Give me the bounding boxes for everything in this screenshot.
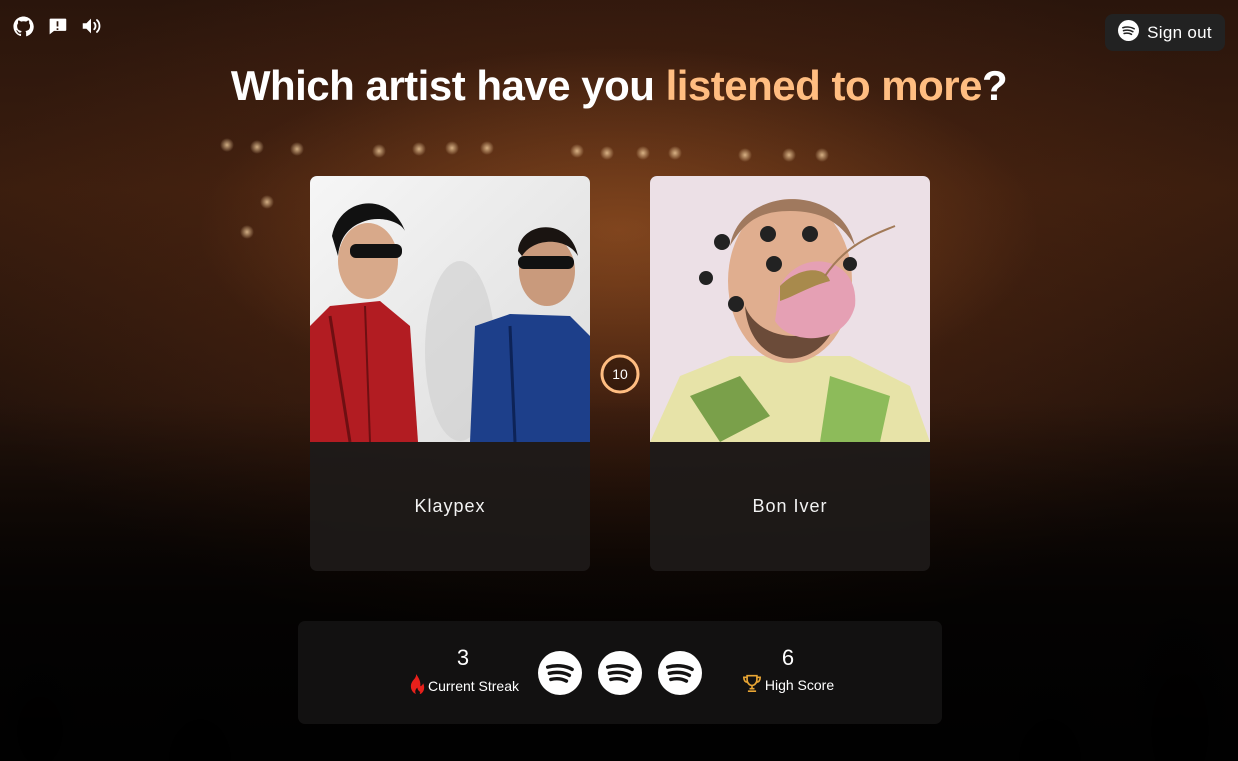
artist-card-left[interactable]: Klaypex	[310, 176, 590, 571]
trophy-icon	[742, 674, 762, 695]
title-accent: listened to more	[665, 62, 983, 109]
title-suffix: ?	[982, 62, 1008, 109]
high-score-value: 6	[781, 645, 795, 670]
life-spotify-icon-3	[658, 651, 702, 695]
page-title: Which artist have you listened to more?	[0, 62, 1238, 110]
life-spotify-icon-2	[598, 651, 642, 695]
timer-value: 10	[612, 366, 628, 382]
high-score-label: High Score	[764, 676, 835, 693]
current-streak: 3 Current Streak	[398, 645, 528, 697]
artist-photo-right	[650, 176, 930, 442]
artist-name-left: Klaypex	[414, 496, 486, 516]
artist-card-right[interactable]: Bon Iver	[650, 176, 930, 571]
spotify-icon	[1118, 19, 1140, 46]
top-toolbar	[12, 15, 102, 37]
countdown-timer: 10	[599, 353, 641, 395]
github-icon[interactable]	[12, 15, 34, 37]
high-score: 6 High Score	[723, 645, 853, 695]
current-streak-label: Current Streak	[427, 677, 520, 694]
volume-icon[interactable]	[80, 15, 102, 37]
current-streak-value: 3	[456, 645, 470, 670]
title-prefix: Which artist have you	[230, 62, 666, 109]
artist-photo-left	[310, 176, 590, 442]
feedback-icon[interactable]	[46, 15, 68, 37]
score-bar: 3 Current Streak 6 High Score	[298, 621, 942, 724]
fire-icon	[407, 674, 425, 697]
sign-out-button[interactable]: Sign out	[1105, 14, 1225, 51]
sign-out-label: Sign out	[1147, 22, 1212, 42]
life-spotify-icon-1	[538, 651, 582, 695]
artist-name-right: Bon Iver	[752, 496, 828, 516]
